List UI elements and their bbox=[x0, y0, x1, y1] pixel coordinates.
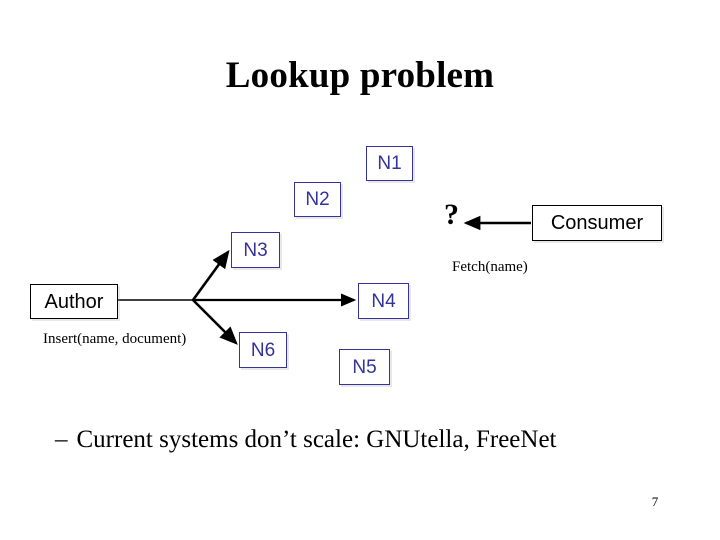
actor-consumer-label: Consumer bbox=[550, 212, 644, 234]
node-n3[interactable]: N3 bbox=[231, 232, 280, 268]
node-n4-label: N4 bbox=[371, 290, 396, 312]
caption-fetch: Fetch(name) bbox=[452, 259, 528, 275]
node-n6[interactable]: N6 bbox=[239, 332, 287, 368]
node-n6-label: N6 bbox=[250, 339, 276, 361]
page-number: 7 bbox=[651, 494, 659, 509]
node-n2-label: N2 bbox=[305, 189, 330, 210]
caption-insert: Insert(name, document) bbox=[43, 331, 187, 347]
edge-author-to-n3 bbox=[191, 249, 230, 301]
node-n1[interactable]: N1 bbox=[366, 146, 413, 181]
node-n1-label: N1 bbox=[377, 153, 402, 174]
bullet-line: – Current systems don’t scale: GNUtella, … bbox=[55, 425, 675, 455]
edge-author-to-n6 bbox=[192, 299, 238, 345]
actor-author-box[interactable]: Author bbox=[30, 284, 118, 319]
node-n5[interactable]: N5 bbox=[339, 349, 390, 385]
actor-author-label: Author bbox=[44, 290, 104, 313]
node-n2[interactable]: N2 bbox=[294, 182, 341, 217]
question-mark-icon: ? bbox=[444, 198, 459, 231]
bullet-text: Current systems don’t scale: GNUtella, F… bbox=[76, 426, 557, 453]
actor-consumer-box[interactable]: Consumer bbox=[532, 205, 662, 241]
node-n4[interactable]: N4 bbox=[358, 283, 409, 319]
node-n3-label: N3 bbox=[243, 239, 268, 261]
node-n5-label: N5 bbox=[352, 356, 377, 378]
bullet-dash: – bbox=[55, 426, 68, 453]
page-title: Lookup problem bbox=[225, 55, 495, 96]
slide-canvas: Lookup problem N1 N2 N3 N4 N5 N6 Author … bbox=[0, 0, 720, 540]
